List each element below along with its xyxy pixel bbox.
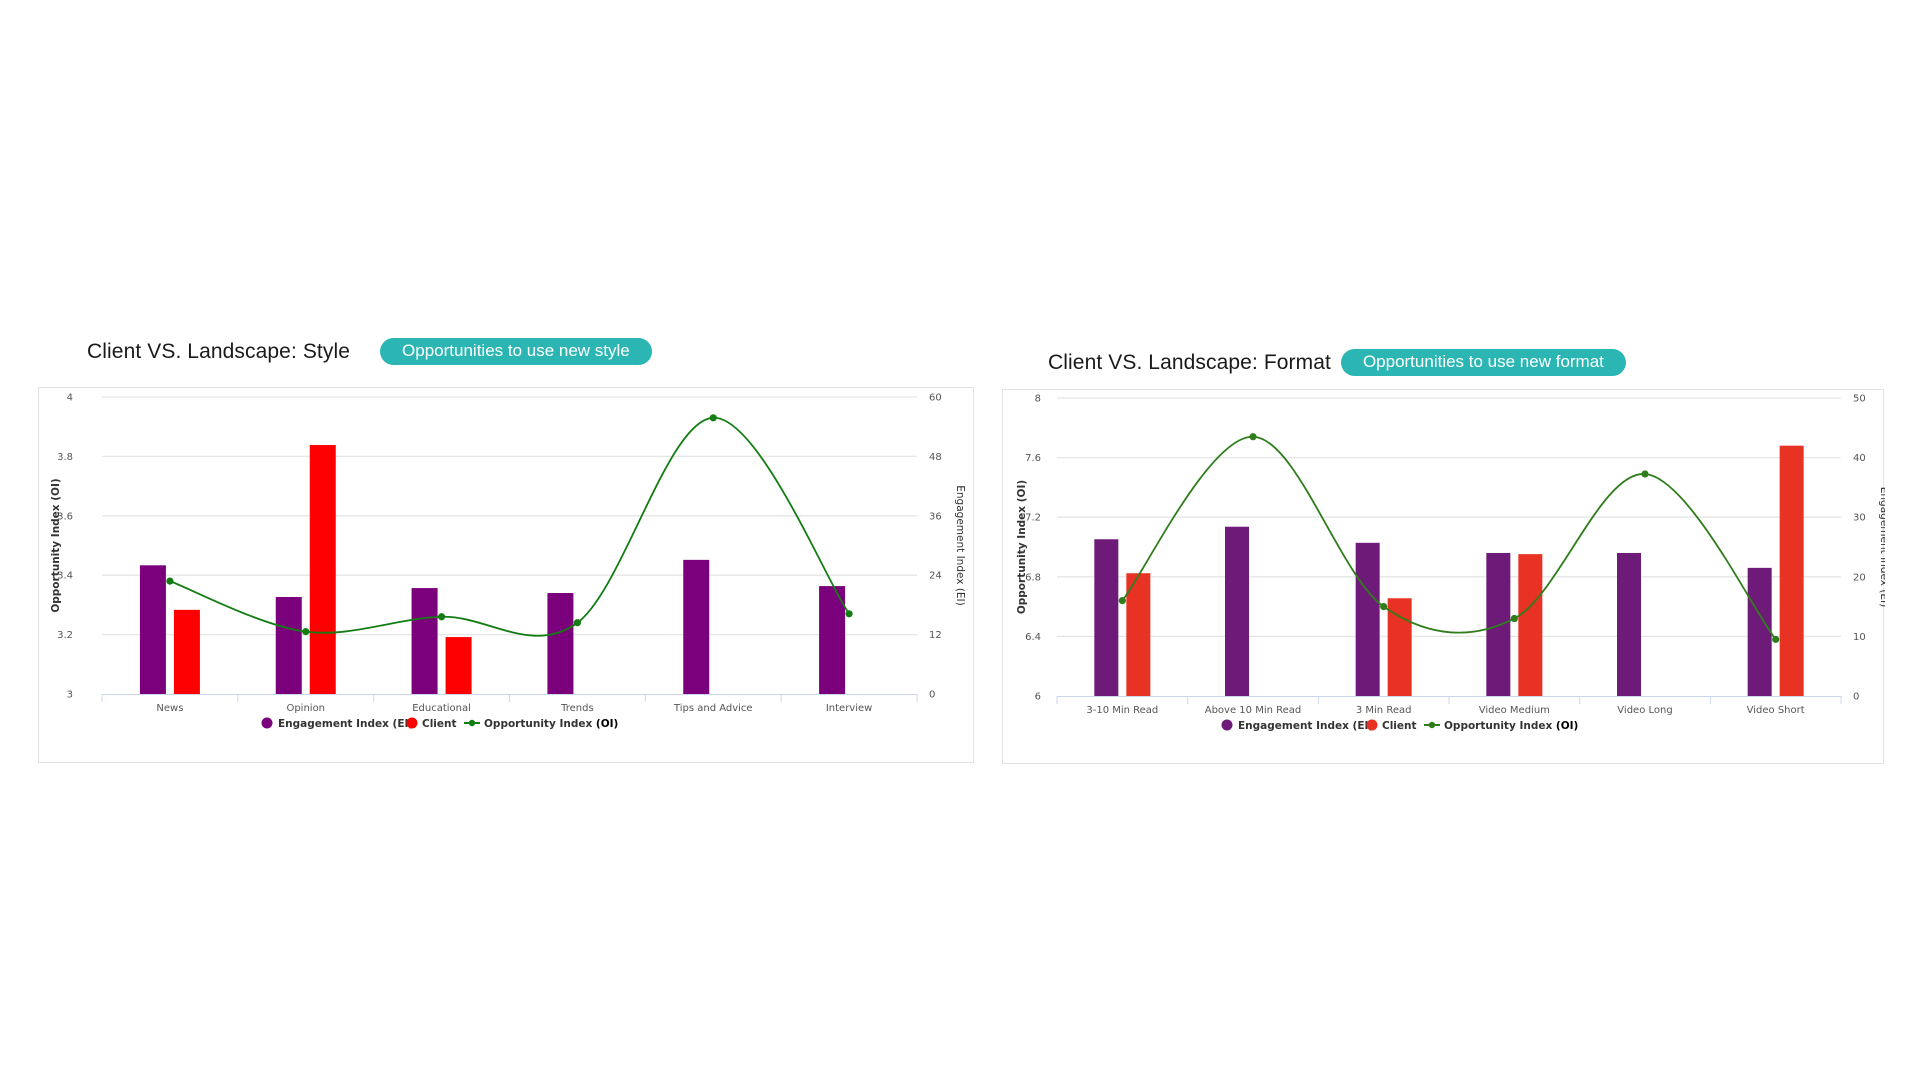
bar-engagement-index[interactable] xyxy=(411,588,438,694)
legend-label-engagement-index[interactable]: Engagement Index (EI) xyxy=(1238,720,1373,732)
x-tick-label: Video Medium xyxy=(1479,705,1550,716)
y2-tick-label: 0 xyxy=(1853,692,1859,703)
y2-tick-label: 0 xyxy=(929,690,935,701)
point-opportunity-index[interactable] xyxy=(845,610,853,618)
y-tick-label: 7.6 xyxy=(1025,453,1041,464)
legend-label-opportunity-index[interactable]: Opportunity Index (OI) xyxy=(1444,720,1578,732)
point-opportunity-index[interactable] xyxy=(1380,603,1388,611)
y2-axis-title: Engagement Index (EI) xyxy=(954,485,966,605)
bar-client[interactable] xyxy=(1387,598,1412,696)
chart-title-style: Client VS. Landscape: Style xyxy=(87,339,351,363)
y2-tick-label: 24 xyxy=(929,571,942,582)
style-title-row: Client VS. Landscape: Style Opportunitie… xyxy=(87,338,652,365)
gridlines xyxy=(102,396,917,636)
y-axis-title: Opportunity Index (OI) xyxy=(1016,480,1028,614)
bar-engagement-index[interactable] xyxy=(1225,526,1249,696)
bar-client[interactable] xyxy=(445,637,472,694)
y2-tick-label: 48 xyxy=(929,452,942,463)
x-tick-label: Interview xyxy=(826,703,873,714)
legend-label-engagement-index[interactable]: Engagement Index (EI) xyxy=(278,718,413,730)
y-tick-label: 3.8 xyxy=(57,452,73,463)
x-tick-label: Educational xyxy=(412,703,471,714)
bar-engagement-index[interactable] xyxy=(1617,552,1641,696)
x-tick-label: Trends xyxy=(560,703,594,714)
y2-tick-label: 30 xyxy=(1853,513,1866,524)
bar-engagement-index[interactable] xyxy=(547,593,574,694)
x-tick-label: 3-10 Min Read xyxy=(1086,705,1158,716)
point-opportunity-index[interactable] xyxy=(1118,597,1126,605)
legend-marker-engagement-index[interactable] xyxy=(1221,719,1233,731)
chart-panel-style: 3 3.2 3.4 3.6 3.8 4 0 12 24 36 48 60 News Opinion Educ… xyxy=(38,387,974,763)
point-opportunity-index[interactable] xyxy=(437,613,446,621)
bar-client[interactable] xyxy=(173,609,200,694)
x-tick-label: Video Short xyxy=(1747,705,1805,716)
chart-title-format: Client VS. Landscape: Format xyxy=(1048,350,1331,374)
point-opportunity-index[interactable] xyxy=(573,619,582,627)
point-opportunity-index[interactable] xyxy=(302,628,310,636)
legend-marker-client[interactable] xyxy=(406,717,418,729)
point-opportunity-index[interactable] xyxy=(1249,433,1257,441)
y2-tick-label: 12 xyxy=(929,630,942,641)
bar-engagement-index[interactable] xyxy=(1486,552,1511,696)
y-tick-label: 8 xyxy=(1035,394,1041,405)
bar-engagement-index[interactable] xyxy=(1747,567,1772,696)
point-opportunity-index[interactable] xyxy=(709,414,717,422)
y2-axis-title: Engagement Index (EI) xyxy=(1878,487,1885,607)
line-opportunity-index xyxy=(169,416,850,637)
y-tick-label: 6 xyxy=(1035,692,1041,703)
bar-engagement-index[interactable] xyxy=(139,565,166,694)
bar-engagement-index[interactable] xyxy=(275,596,302,694)
bar-client[interactable] xyxy=(1779,445,1804,696)
legend: Engagement Index (EI) Client Opportunity I… xyxy=(1221,719,1578,732)
y2-tick-label: 40 xyxy=(1853,453,1866,464)
y2-tick-label: 20 xyxy=(1853,572,1866,583)
y-tick-label: 3 xyxy=(67,690,73,701)
bar-client[interactable] xyxy=(1518,554,1543,696)
bar-engagement-index[interactable] xyxy=(683,559,710,694)
point-opportunity-index[interactable] xyxy=(1641,470,1649,478)
legend-marker-opportunity-index[interactable] xyxy=(1428,721,1436,729)
legend-label-client[interactable]: Client xyxy=(1382,720,1417,732)
legend-marker-client[interactable] xyxy=(1366,719,1378,731)
chart-format: 66.46.87.27.68010203040503-10 Min Read Ab… xyxy=(1016,394,1890,733)
y-tick-label: 3.2 xyxy=(57,630,73,641)
x-tick-label: 3 Min Read xyxy=(1356,705,1412,716)
y2-tick-label: 60 xyxy=(929,393,942,404)
x-tick-label: News xyxy=(156,703,183,714)
y2-tick-label: 10 xyxy=(1853,632,1866,643)
chart-panel-format: 6 6.4 6.8 7.2 7.6 8 0 10 20 30 40 50 3-10 Min Read Ab… xyxy=(1002,389,1890,764)
point-opportunity-index[interactable] xyxy=(1772,635,1780,643)
x-tick-label: Above 10 Min Read xyxy=(1205,705,1302,716)
x-tick-label: Opinion xyxy=(286,703,325,714)
bar-client[interactable] xyxy=(309,445,336,694)
legend-marker-opportunity-index[interactable] xyxy=(468,719,476,727)
x-tick-label: Video Long xyxy=(1617,705,1672,716)
y-axis-title: Opportunity Index (OI) xyxy=(50,478,62,612)
badge-new-format[interactable]: Opportunities to use new format xyxy=(1340,349,1626,376)
y2-tick-label: 50 xyxy=(1853,394,1866,405)
bar-engagement-index[interactable] xyxy=(1094,539,1119,696)
badge-new-style[interactable]: Opportunities to use new style xyxy=(380,338,652,365)
point-opportunity-index[interactable] xyxy=(166,577,174,585)
point-opportunity-index[interactable] xyxy=(1510,614,1518,623)
chart-style: 33.23.43.63.8401224364860News Opinion Educ… xyxy=(50,393,966,731)
legend: Engagement Index (EI) Client Opportunity I… xyxy=(261,717,618,730)
bar-engagement-index[interactable] xyxy=(1355,542,1380,696)
legend-marker-engagement-index[interactable] xyxy=(261,717,273,729)
bar-client[interactable] xyxy=(1126,573,1151,696)
format-title-row: Client VS. Landscape: Format Opportuniti… xyxy=(1048,349,1626,376)
y-tick-label: 4 xyxy=(67,393,73,404)
legend-label-opportunity-index[interactable]: Opportunity Index (OI) xyxy=(484,718,618,730)
y-tick-label: 6.4 xyxy=(1025,632,1041,643)
x-tick-label: Tips and Advice xyxy=(673,703,753,714)
line-opportunity-index xyxy=(1121,435,1777,640)
y2-tick-label: 36 xyxy=(929,511,942,522)
legend-label-client[interactable]: Client xyxy=(422,718,457,730)
